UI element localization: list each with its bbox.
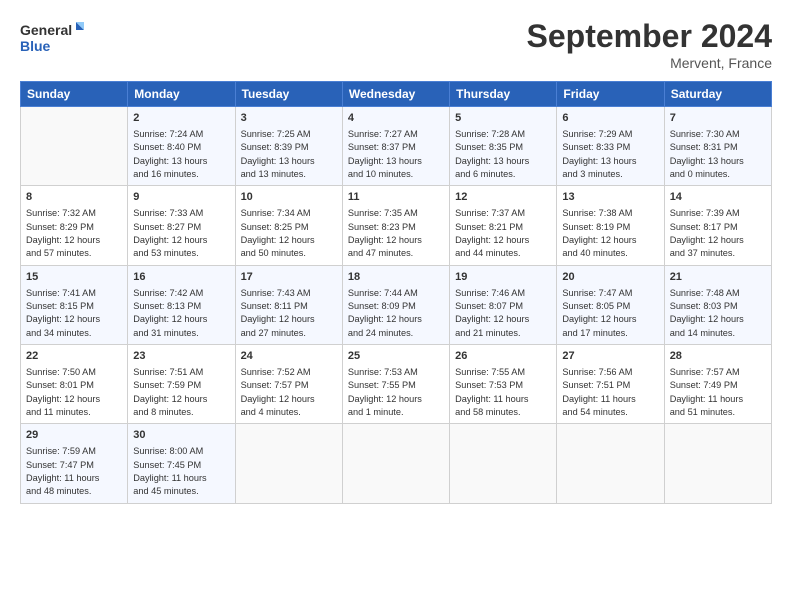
calendar-cell: 4Sunrise: 7:27 AMSunset: 8:37 PMDaylight…: [342, 107, 449, 186]
calendar-cell: 13Sunrise: 7:38 AMSunset: 8:19 PMDayligh…: [557, 186, 664, 265]
day-number: 30: [133, 428, 229, 444]
calendar-header-cell: Saturday: [664, 82, 771, 107]
day-number: 23: [133, 349, 229, 365]
calendar-header-cell: Sunday: [21, 82, 128, 107]
calendar-cell: 20Sunrise: 7:47 AMSunset: 8:05 PMDayligh…: [557, 265, 664, 344]
day-number: 3: [241, 111, 337, 127]
calendar-cell: [557, 424, 664, 503]
calendar-cell: 6Sunrise: 7:29 AMSunset: 8:33 PMDaylight…: [557, 107, 664, 186]
calendar-cell: 21Sunrise: 7:48 AMSunset: 8:03 PMDayligh…: [664, 265, 771, 344]
calendar-cell: 8Sunrise: 7:32 AMSunset: 8:29 PMDaylight…: [21, 186, 128, 265]
day-number: 11: [348, 190, 444, 206]
calendar-cell: 7Sunrise: 7:30 AMSunset: 8:31 PMDaylight…: [664, 107, 771, 186]
calendar-cell: 10Sunrise: 7:34 AMSunset: 8:25 PMDayligh…: [235, 186, 342, 265]
calendar-header-cell: Wednesday: [342, 82, 449, 107]
day-number: 12: [455, 190, 551, 206]
calendar-cell: 18Sunrise: 7:44 AMSunset: 8:09 PMDayligh…: [342, 265, 449, 344]
calendar-cell: 16Sunrise: 7:42 AMSunset: 8:13 PMDayligh…: [128, 265, 235, 344]
day-number: 5: [455, 111, 551, 127]
calendar-table: SundayMondayTuesdayWednesdayThursdayFrid…: [20, 81, 772, 504]
day-number: 4: [348, 111, 444, 127]
calendar-cell: 28Sunrise: 7:57 AMSunset: 7:49 PMDayligh…: [664, 344, 771, 423]
calendar-cell: 26Sunrise: 7:55 AMSunset: 7:53 PMDayligh…: [450, 344, 557, 423]
day-number: 16: [133, 270, 229, 286]
day-number: 27: [562, 349, 658, 365]
day-number: 13: [562, 190, 658, 206]
calendar-cell: 9Sunrise: 7:33 AMSunset: 8:27 PMDaylight…: [128, 186, 235, 265]
calendar-week-row: 22Sunrise: 7:50 AMSunset: 8:01 PMDayligh…: [21, 344, 772, 423]
day-number: 10: [241, 190, 337, 206]
day-number: 25: [348, 349, 444, 365]
calendar-cell: 27Sunrise: 7:56 AMSunset: 7:51 PMDayligh…: [557, 344, 664, 423]
calendar-cell: 5Sunrise: 7:28 AMSunset: 8:35 PMDaylight…: [450, 107, 557, 186]
day-number: 8: [26, 190, 122, 206]
day-number: 2: [133, 111, 229, 127]
location: Mervent, France: [527, 55, 772, 71]
day-number: 17: [241, 270, 337, 286]
calendar-cell: 22Sunrise: 7:50 AMSunset: 8:01 PMDayligh…: [21, 344, 128, 423]
calendar-week-row: 29Sunrise: 7:59 AMSunset: 7:47 PMDayligh…: [21, 424, 772, 503]
calendar-cell: 17Sunrise: 7:43 AMSunset: 8:11 PMDayligh…: [235, 265, 342, 344]
day-number: 22: [26, 349, 122, 365]
calendar-header-row: SundayMondayTuesdayWednesdayThursdayFrid…: [21, 82, 772, 107]
calendar-header-cell: Thursday: [450, 82, 557, 107]
logo-svg: General Blue: [20, 18, 90, 60]
calendar-cell: 24Sunrise: 7:52 AMSunset: 7:57 PMDayligh…: [235, 344, 342, 423]
calendar-week-row: 8Sunrise: 7:32 AMSunset: 8:29 PMDaylight…: [21, 186, 772, 265]
page-header: General Blue September 2024 Mervent, Fra…: [20, 18, 772, 71]
calendar-cell: 11Sunrise: 7:35 AMSunset: 8:23 PMDayligh…: [342, 186, 449, 265]
calendar-week-row: 15Sunrise: 7:41 AMSunset: 8:15 PMDayligh…: [21, 265, 772, 344]
month-title: September 2024: [527, 18, 772, 55]
day-number: 24: [241, 349, 337, 365]
day-number: 7: [670, 111, 766, 127]
day-number: 26: [455, 349, 551, 365]
calendar-cell: 14Sunrise: 7:39 AMSunset: 8:17 PMDayligh…: [664, 186, 771, 265]
calendar-cell: [450, 424, 557, 503]
calendar-week-row: 2Sunrise: 7:24 AMSunset: 8:40 PMDaylight…: [21, 107, 772, 186]
calendar-cell: 15Sunrise: 7:41 AMSunset: 8:15 PMDayligh…: [21, 265, 128, 344]
calendar-cell: [235, 424, 342, 503]
calendar-header-cell: Tuesday: [235, 82, 342, 107]
calendar-header-cell: Monday: [128, 82, 235, 107]
calendar-header-cell: Friday: [557, 82, 664, 107]
calendar-cell: 29Sunrise: 7:59 AMSunset: 7:47 PMDayligh…: [21, 424, 128, 503]
title-block: September 2024 Mervent, France: [527, 18, 772, 71]
day-number: 14: [670, 190, 766, 206]
calendar-cell: [342, 424, 449, 503]
day-number: 19: [455, 270, 551, 286]
day-number: 29: [26, 428, 122, 444]
calendar-cell: 12Sunrise: 7:37 AMSunset: 8:21 PMDayligh…: [450, 186, 557, 265]
calendar-cell: 30Sunrise: 8:00 AMSunset: 7:45 PMDayligh…: [128, 424, 235, 503]
day-number: 15: [26, 270, 122, 286]
day-number: 21: [670, 270, 766, 286]
calendar-cell: [21, 107, 128, 186]
day-number: 9: [133, 190, 229, 206]
calendar-cell: 3Sunrise: 7:25 AMSunset: 8:39 PMDaylight…: [235, 107, 342, 186]
calendar-cell: 25Sunrise: 7:53 AMSunset: 7:55 PMDayligh…: [342, 344, 449, 423]
svg-text:General: General: [20, 22, 72, 38]
svg-text:Blue: Blue: [20, 38, 51, 54]
calendar-body: 2Sunrise: 7:24 AMSunset: 8:40 PMDaylight…: [21, 107, 772, 504]
calendar-cell: 19Sunrise: 7:46 AMSunset: 8:07 PMDayligh…: [450, 265, 557, 344]
day-number: 18: [348, 270, 444, 286]
calendar-cell: [664, 424, 771, 503]
calendar-cell: 23Sunrise: 7:51 AMSunset: 7:59 PMDayligh…: [128, 344, 235, 423]
day-number: 28: [670, 349, 766, 365]
logo: General Blue: [20, 18, 90, 60]
calendar-cell: 2Sunrise: 7:24 AMSunset: 8:40 PMDaylight…: [128, 107, 235, 186]
day-number: 6: [562, 111, 658, 127]
day-number: 20: [562, 270, 658, 286]
